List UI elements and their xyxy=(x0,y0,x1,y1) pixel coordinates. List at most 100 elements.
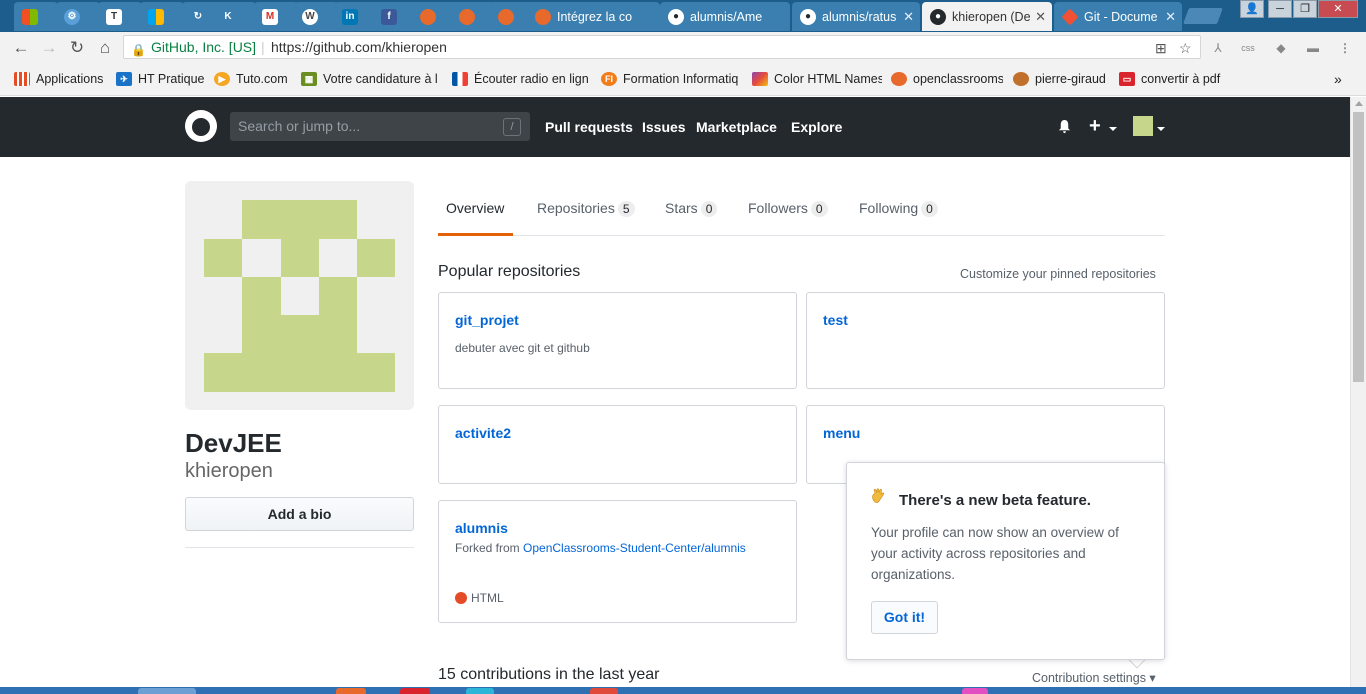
new-tab-button[interactable] xyxy=(1183,8,1223,24)
chevron-down-icon[interactable] xyxy=(1157,127,1165,131)
got-it-button[interactable]: Got it! xyxy=(871,601,938,634)
apps-grid-icon xyxy=(14,72,30,86)
repo-name-link[interactable]: menu xyxy=(823,425,860,441)
customize-pinned-link[interactable]: Customize your pinned repositories xyxy=(960,267,1156,281)
browser-tab[interactable]: Git - Docume ✕ xyxy=(1054,2,1182,31)
taskbar-item[interactable] xyxy=(336,688,366,694)
os-taskbar xyxy=(0,687,1366,694)
taskbar-item[interactable] xyxy=(962,688,988,694)
menu-icon[interactable]: ⋮ xyxy=(1336,39,1354,57)
cube-extension-icon[interactable]: ◆ xyxy=(1272,39,1290,57)
notification-bell-icon[interactable] xyxy=(1057,119,1072,134)
browser-tab[interactable]: W xyxy=(294,2,338,31)
bookmarks-overflow-button[interactable]: » xyxy=(1334,71,1348,87)
settings-icon: ⚙ xyxy=(64,8,80,25)
wordpress-icon: W xyxy=(302,8,318,25)
tab-repositories[interactable]: Repositories 5 xyxy=(537,200,635,217)
tab-followers[interactable]: Followers 0 xyxy=(748,200,828,217)
maximize-button[interactable]: ❐ xyxy=(1293,0,1317,18)
tab-overview[interactable]: Overview xyxy=(446,200,504,216)
forward-arrow-icon[interactable]: → xyxy=(38,37,60,59)
cast-extension-icon[interactable]: ▬ xyxy=(1304,39,1322,57)
bookmark-openclassrooms[interactable]: openclassrooms xyxy=(891,71,1003,87)
browser-tab[interactable]: Intégrez la co xyxy=(527,2,660,31)
url-text[interactable]: https://github.com/khieropen xyxy=(271,36,447,58)
create-new-plus-icon[interactable]: + xyxy=(1089,115,1101,138)
browser-tab[interactable] xyxy=(451,2,495,31)
close-tab-icon[interactable]: ✕ xyxy=(903,9,914,25)
taskbar-item[interactable] xyxy=(590,688,618,694)
nav-marketplace[interactable]: Marketplace xyxy=(696,119,777,135)
nav-explore[interactable]: Explore xyxy=(791,119,842,135)
browser-tab[interactable]: ● alumnis/ratus ✕ xyxy=(792,2,920,31)
site-identity[interactable]: GitHub, Inc. [US] xyxy=(151,36,256,58)
add-bio-button[interactable]: Add a bio xyxy=(185,497,414,531)
github-icon: ● xyxy=(800,8,816,25)
bookmark-pierre-giraud[interactable]: pierre-giraud xyxy=(1013,71,1109,87)
bookmark-candidature[interactable]: ▦ Votre candidature à l xyxy=(301,71,437,87)
bookmark-formation[interactable]: FI Formation Informatiq xyxy=(601,71,738,87)
taskbar-item[interactable] xyxy=(466,688,494,694)
fi-icon: FI xyxy=(601,72,617,86)
page-scrollbar[interactable] xyxy=(1350,97,1366,687)
nav-issues[interactable]: Issues xyxy=(642,119,686,135)
close-tab-icon[interactable]: ✕ xyxy=(1165,9,1176,25)
close-window-button[interactable]: ✕ xyxy=(1318,0,1358,18)
browser-tab-active[interactable]: ● khieropen (De ✕ xyxy=(922,2,1052,31)
pdf-extension-icon[interactable]: ⅄ xyxy=(1209,39,1227,57)
browser-tab[interactable]: T xyxy=(98,2,142,31)
repo-name-link[interactable]: activite2 xyxy=(455,425,511,441)
back-arrow-icon[interactable]: ← xyxy=(10,37,32,59)
search-input[interactable]: Search or jump to... / xyxy=(230,112,530,141)
close-tab-icon[interactable]: ✕ xyxy=(1035,9,1046,25)
reload-icon[interactable]: ↻ xyxy=(66,37,88,59)
browser-tab[interactable]: M xyxy=(254,2,298,31)
bookmark-color-html[interactable]: Color HTML Names xyxy=(752,71,882,87)
browser-tab[interactable] xyxy=(140,2,184,31)
windows-icon xyxy=(22,8,38,25)
chevron-down-icon[interactable] xyxy=(1109,127,1117,131)
forked-source-link[interactable]: OpenClassrooms-Student-Center/alumnis xyxy=(523,541,746,555)
repo-name-link[interactable]: test xyxy=(823,312,848,328)
scroll-up-arrow-icon[interactable] xyxy=(1355,101,1363,106)
tab-stars[interactable]: Stars 0 xyxy=(665,200,718,217)
language-label: HTML xyxy=(471,591,504,605)
repo-name-link[interactable]: git_projet xyxy=(455,312,519,328)
bookmark-radio[interactable]: Écouter radio en ligne xyxy=(452,71,589,87)
css-extension-icon[interactable]: css xyxy=(1239,39,1257,57)
bookmark-convertir-pdf[interactable]: ▭ convertir à pdf xyxy=(1119,71,1229,87)
bookmark-label: openclassrooms xyxy=(913,72,1003,86)
scrollbar-thumb[interactable] xyxy=(1353,112,1364,382)
profile-avatar[interactable] xyxy=(185,181,414,410)
browser-tab[interactable]: in xyxy=(334,2,378,31)
github-logo-icon[interactable] xyxy=(185,110,217,142)
user-avatar[interactable] xyxy=(1133,116,1153,136)
translate-icon[interactable]: ⊞ xyxy=(1155,37,1167,59)
browser-tab[interactable] xyxy=(14,2,58,31)
repo-language: HTML xyxy=(455,591,504,605)
linkedin-icon: in xyxy=(342,8,358,25)
bookmark-applications[interactable]: Applications xyxy=(14,71,112,87)
user-profile-icon[interactable]: 👤 xyxy=(1240,0,1264,18)
browser-tab[interactable] xyxy=(412,2,456,31)
ti-icon: T xyxy=(106,8,122,25)
tab-counter: 0 xyxy=(700,201,718,217)
bookmark-tuto[interactable]: ▶ Tuto.com xyxy=(214,71,294,87)
minimize-button[interactable]: ─ xyxy=(1268,0,1292,18)
home-icon[interactable]: ⌂ xyxy=(94,37,116,59)
taskbar-item[interactable] xyxy=(400,688,430,694)
browser-tab[interactable]: f xyxy=(373,2,417,31)
bookmark-star-icon[interactable]: ☆ xyxy=(1179,37,1192,59)
repo-name-link[interactable]: alumnis xyxy=(455,520,508,536)
taskbar-item[interactable] xyxy=(138,688,196,694)
bookmark-ht-pratique[interactable]: ✈ HT Pratique xyxy=(116,71,208,87)
divider xyxy=(185,547,414,548)
browser-tab[interactable]: ● alumnis/Ame xyxy=(660,2,790,31)
tab-following[interactable]: Following 0 xyxy=(859,200,938,217)
browser-tab[interactable]: ⚙ xyxy=(56,2,100,31)
browser-tab[interactable]: K xyxy=(212,2,256,31)
contribution-settings-dropdown[interactable]: Contribution settings ▾ xyxy=(1032,670,1156,685)
address-bar[interactable]: 🔒 GitHub, Inc. [US] | https://github.com… xyxy=(123,35,1201,59)
nav-pull-requests[interactable]: Pull requests xyxy=(545,119,633,135)
pinned-repo-card: test xyxy=(806,292,1165,389)
